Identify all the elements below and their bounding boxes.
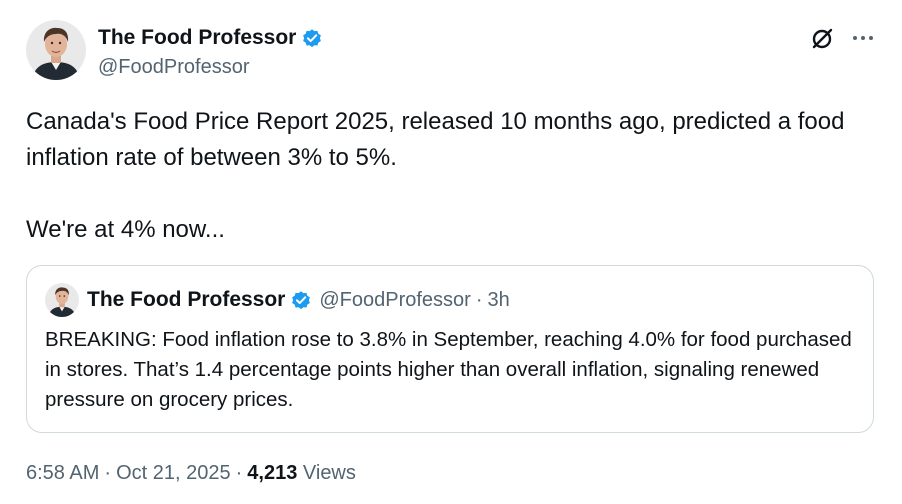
tweet-body: Canada's Food Price Report 2025, release… (26, 104, 876, 248)
author-display-name[interactable]: The Food Professor (98, 24, 296, 52)
separator-dot: · (235, 462, 243, 484)
quoted-tweet-card[interactable]: The Food Professor @FoodProfessor · 3h B… (26, 265, 874, 433)
quoted-display-name[interactable]: The Food Professor (87, 288, 285, 312)
more-options-icon[interactable] (850, 28, 876, 48)
quoted-avatar[interactable] (45, 283, 79, 317)
grok-icon[interactable] (809, 26, 835, 52)
quoted-handle: @FoodProfessor (319, 288, 471, 311)
views-count[interactable]: 4,213 (247, 462, 297, 484)
tweet-meta: 6:58 AM · Oct 21, 2025 · 4,213 Views (26, 459, 356, 487)
verified-badge-icon (290, 289, 312, 311)
quoted-timestamp[interactable]: 3h (488, 289, 510, 312)
quoted-tweet-header: The Food Professor @FoodProfessor · 3h (87, 286, 510, 314)
verified-badge-icon[interactable] (301, 27, 323, 49)
avatar[interactable] (26, 20, 86, 80)
tweet-time[interactable]: 6:58 AM (26, 462, 99, 484)
separator-dot: · (475, 288, 483, 311)
author-block: The Food Professor @FoodProfessor (98, 24, 323, 80)
separator-dot: · (104, 462, 112, 484)
tweet-header: The Food Professor @FoodProfessor (26, 20, 876, 84)
views-label: Views (302, 462, 356, 484)
tweet-date[interactable]: Oct 21, 2025 (116, 462, 231, 484)
tweet-paragraph: We're at 4% now... (26, 216, 225, 243)
author-handle[interactable]: @FoodProfessor (98, 54, 323, 80)
quoted-tweet-text: BREAKING: Food inflation rose to 3.8% in… (45, 328, 852, 411)
tweet-paragraph: Canada's Food Price Report 2025, release… (26, 108, 845, 171)
